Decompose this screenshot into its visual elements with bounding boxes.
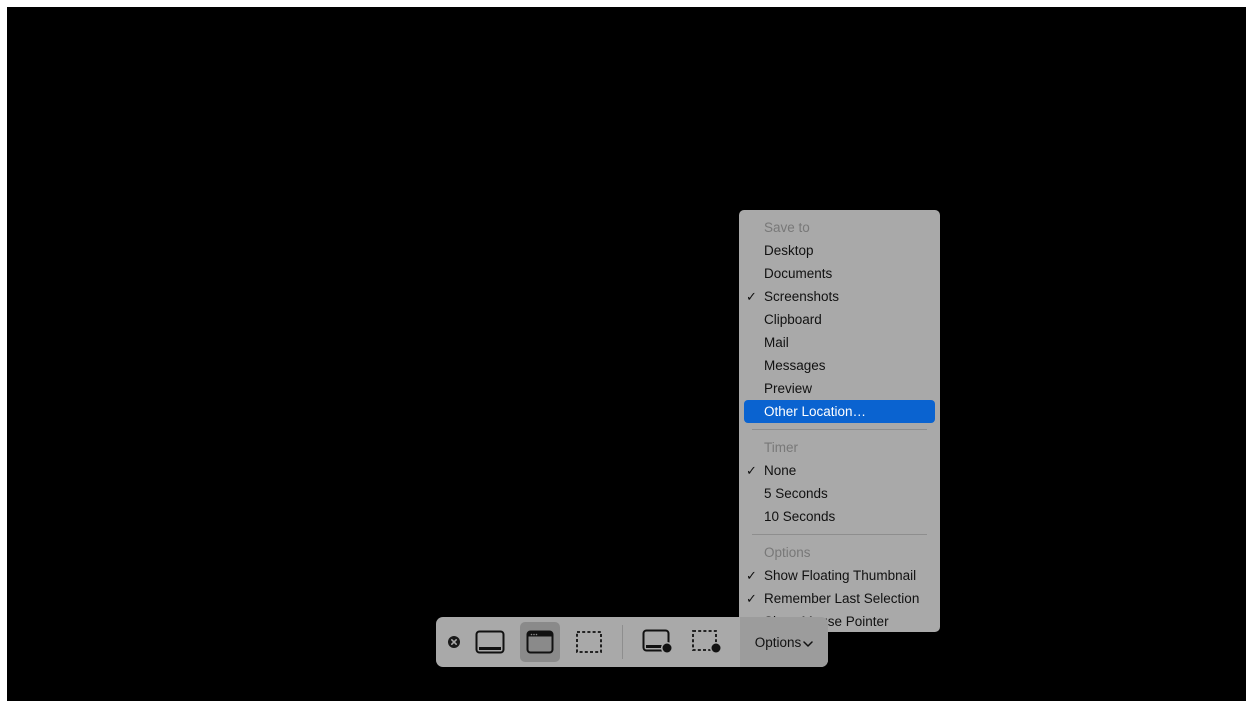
menu-item-show-floating-thumbnail[interactable]: ✓ Show Floating Thumbnail [739, 564, 940, 587]
checkmark-icon: ✓ [746, 289, 757, 304]
capture-selected-portion-icon [576, 631, 602, 653]
menu-item-clipboard[interactable]: Clipboard [739, 308, 940, 331]
menu-item-other-location[interactable]: Other Location… [744, 400, 935, 423]
menu-item-label: Messages [764, 358, 826, 373]
menu-item-label: Desktop [764, 243, 814, 258]
menu-item-label: Clipboard [764, 312, 822, 327]
menu-item-mail[interactable]: Mail [739, 331, 940, 354]
options-button-label: Options [754, 634, 802, 650]
capture-selected-window-icon [526, 630, 554, 654]
menu-separator [752, 429, 927, 430]
options-menu: Save to Desktop Documents ✓ Screenshots C… [739, 210, 940, 632]
checkmark-icon: ✓ [746, 591, 757, 606]
menu-item-label: Mail [764, 335, 789, 350]
menu-item-label: Other Location… [764, 404, 867, 419]
menu-item-label: Documents [764, 266, 833, 281]
menu-section-header-options: Options [764, 545, 811, 560]
screenshot-toolbar: Options [436, 617, 828, 667]
menu-item-preview[interactable]: Preview [739, 377, 940, 400]
menu-section-header-save-to: Save to [764, 220, 810, 235]
capture-entire-screen-button[interactable] [470, 622, 510, 662]
menu-item-screenshots[interactable]: ✓ Screenshots [739, 285, 940, 308]
menu-section-header-timer: Timer [764, 440, 798, 455]
record-selected-portion-icon [692, 630, 722, 654]
menu-item-label: None [764, 463, 797, 478]
options-menu-button[interactable]: Options [740, 617, 828, 667]
menu-item-messages[interactable]: Messages [739, 354, 940, 377]
menu-item-remember-last-selection[interactable]: ✓ Remember Last Selection [739, 587, 940, 610]
screen-background [7, 7, 1246, 701]
record-entire-screen-icon [642, 629, 673, 654]
menu-item-timer-5-seconds[interactable]: 5 Seconds [739, 482, 940, 505]
capture-selected-portion-button[interactable] [569, 622, 609, 662]
menu-item-timer-10-seconds[interactable]: 10 Seconds [739, 505, 940, 528]
menu-item-label: 5 Seconds [764, 486, 828, 501]
record-selected-portion-button[interactable] [687, 622, 727, 662]
capture-entire-screen-icon [475, 630, 505, 654]
record-entire-screen-button[interactable] [638, 622, 678, 662]
menu-item-label: Remember Last Selection [764, 591, 920, 606]
chevron-down-icon [803, 635, 814, 650]
capture-selected-window-button[interactable] [520, 622, 560, 662]
menu-item-label: Show Floating Thumbnail [764, 568, 917, 583]
checkmark-icon: ✓ [746, 463, 757, 478]
menu-item-timer-none[interactable]: ✓ None [739, 459, 940, 482]
menu-item-desktop[interactable]: Desktop [739, 239, 940, 262]
checkmark-icon: ✓ [746, 568, 757, 583]
menu-item-label: Preview [764, 381, 813, 396]
close-icon[interactable] [448, 636, 460, 648]
menu-item-label: Screenshots [764, 289, 840, 304]
menu-item-label: 10 Seconds [764, 509, 836, 524]
toolbar-divider [622, 625, 623, 659]
menu-item-documents[interactable]: Documents [739, 262, 940, 285]
menu-separator [752, 534, 927, 535]
